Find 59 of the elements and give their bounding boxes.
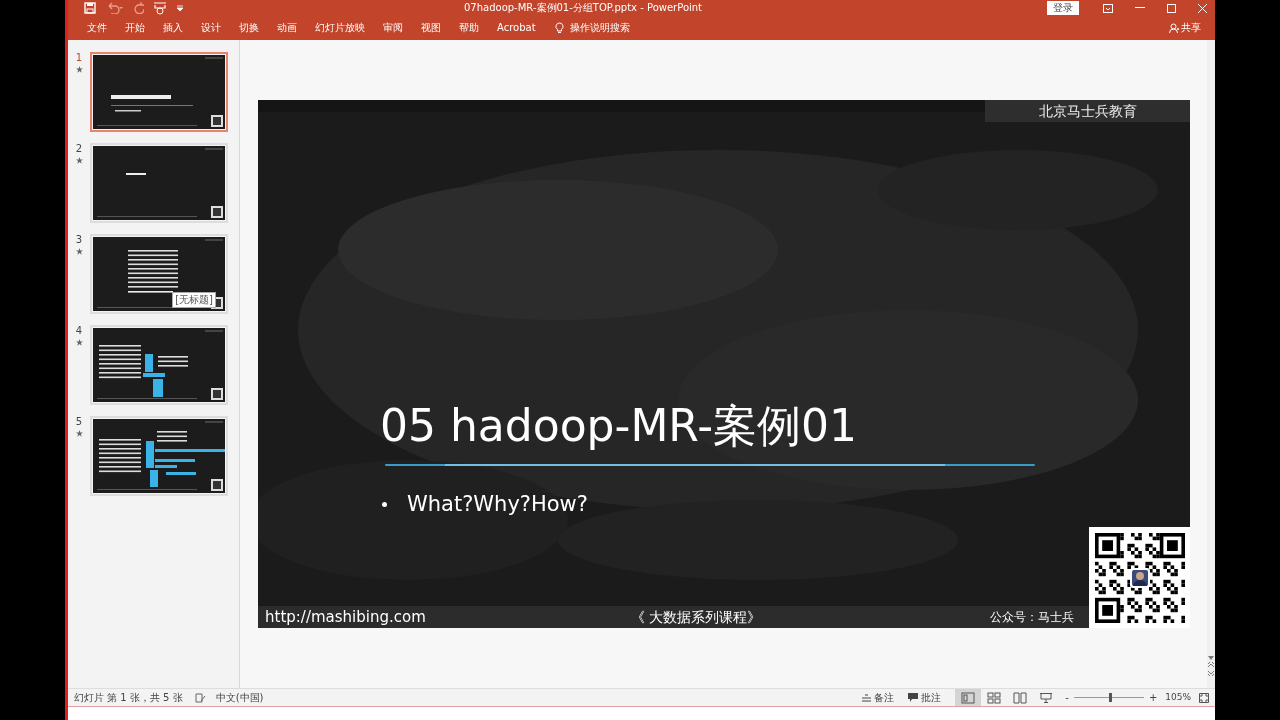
bullet-icon [382, 502, 387, 507]
footer-course: 《 大数据系列课程》 [630, 610, 762, 624]
lightbulb-icon [554, 22, 564, 34]
zoom-percent-button[interactable]: 105% [1165, 693, 1191, 702]
footer-account: 公众号：马士兵 [990, 611, 1074, 623]
slide-number: 1 [75, 53, 83, 63]
ribbon-tab[interactable]: 文件 [78, 18, 116, 38]
zoom-in-button[interactable]: + [1148, 692, 1158, 703]
comments-button[interactable]: 批注 [908, 692, 942, 703]
language-button[interactable]: 中文(中国) [215, 692, 264, 703]
maximize-icon[interactable] [1167, 3, 1176, 13]
zoom-out-button[interactable]: - [1065, 692, 1069, 703]
customize-icon[interactable] [176, 4, 184, 12]
person-icon [1169, 23, 1179, 33]
next-slide-icon[interactable] [1208, 670, 1214, 676]
slide-number: 2 [75, 144, 83, 154]
book-icon [1013, 691, 1028, 704]
fit-to-window-icon[interactable] [1199, 692, 1209, 703]
scroll-down-icon[interactable] [1208, 656, 1214, 660]
ribbon-display-icon[interactable] [1103, 3, 1113, 13]
tooltip: [无标题] [172, 292, 216, 308]
notes-icon [862, 693, 872, 702]
slide-number: 5 [75, 417, 83, 427]
ribbon-tab[interactable]: 审阅 [374, 18, 412, 38]
zoom-slider[interactable] [1073, 693, 1144, 702]
projector-screen-icon [1039, 691, 1054, 704]
bullet-text: What?Why?How? [407, 494, 588, 515]
normal-view-icon [961, 691, 976, 704]
slide-number: 4 [75, 326, 83, 336]
slide-title: 05 hadoop-MR-案例01 [380, 404, 859, 448]
notes-button[interactable]: 备注 [862, 692, 895, 703]
slide-count: 幻灯片 第 1 张，共 5 张 [74, 692, 183, 703]
minimize-icon[interactable] [1135, 7, 1145, 9]
spell-check-icon[interactable] [194, 692, 206, 703]
ribbon-tab[interactable]: 插入 [154, 18, 192, 38]
ribbon-tab[interactable]: 帮助 [450, 18, 488, 38]
close-icon[interactable] [1198, 3, 1207, 13]
slide-thumbnail[interactable]: [无标题] [90, 234, 228, 314]
comment-icon [908, 693, 919, 702]
window-title: 07hadoop-MR-案例01-分组TOP.pptx - PowerPoint [464, 3, 703, 13]
share-button[interactable]: 共享 [1181, 23, 1201, 33]
footer-url: http://mashibing.com [265, 609, 426, 625]
touch-mode-icon[interactable] [153, 1, 167, 15]
ribbon-tab[interactable]: 设计 [192, 18, 230, 38]
ribbon-tab[interactable]: Acrobat [488, 18, 545, 38]
zoom-slider-thumb[interactable] [1109, 693, 1113, 702]
ribbon-tab[interactable]: 开始 [116, 18, 154, 38]
save-icon[interactable] [84, 2, 96, 14]
slide-number: 3 [75, 235, 83, 245]
previous-slide-icon[interactable] [1208, 662, 1214, 668]
slide-header-label: 北京马士兵教育 [985, 100, 1190, 122]
tell-me-search[interactable]: 操作说明搜索 [569, 23, 630, 33]
grid-icon [987, 691, 1002, 704]
ribbon-tab[interactable]: 视图 [412, 18, 450, 38]
ribbon-tab[interactable]: 幻灯片放映 [306, 18, 374, 38]
login-button[interactable]: 登录 [1047, 1, 1079, 15]
ribbon-tab[interactable]: 动画 [268, 18, 306, 38]
ribbon-tab[interactable]: 切换 [230, 18, 268, 38]
normal-view-button[interactable] [955, 689, 982, 706]
